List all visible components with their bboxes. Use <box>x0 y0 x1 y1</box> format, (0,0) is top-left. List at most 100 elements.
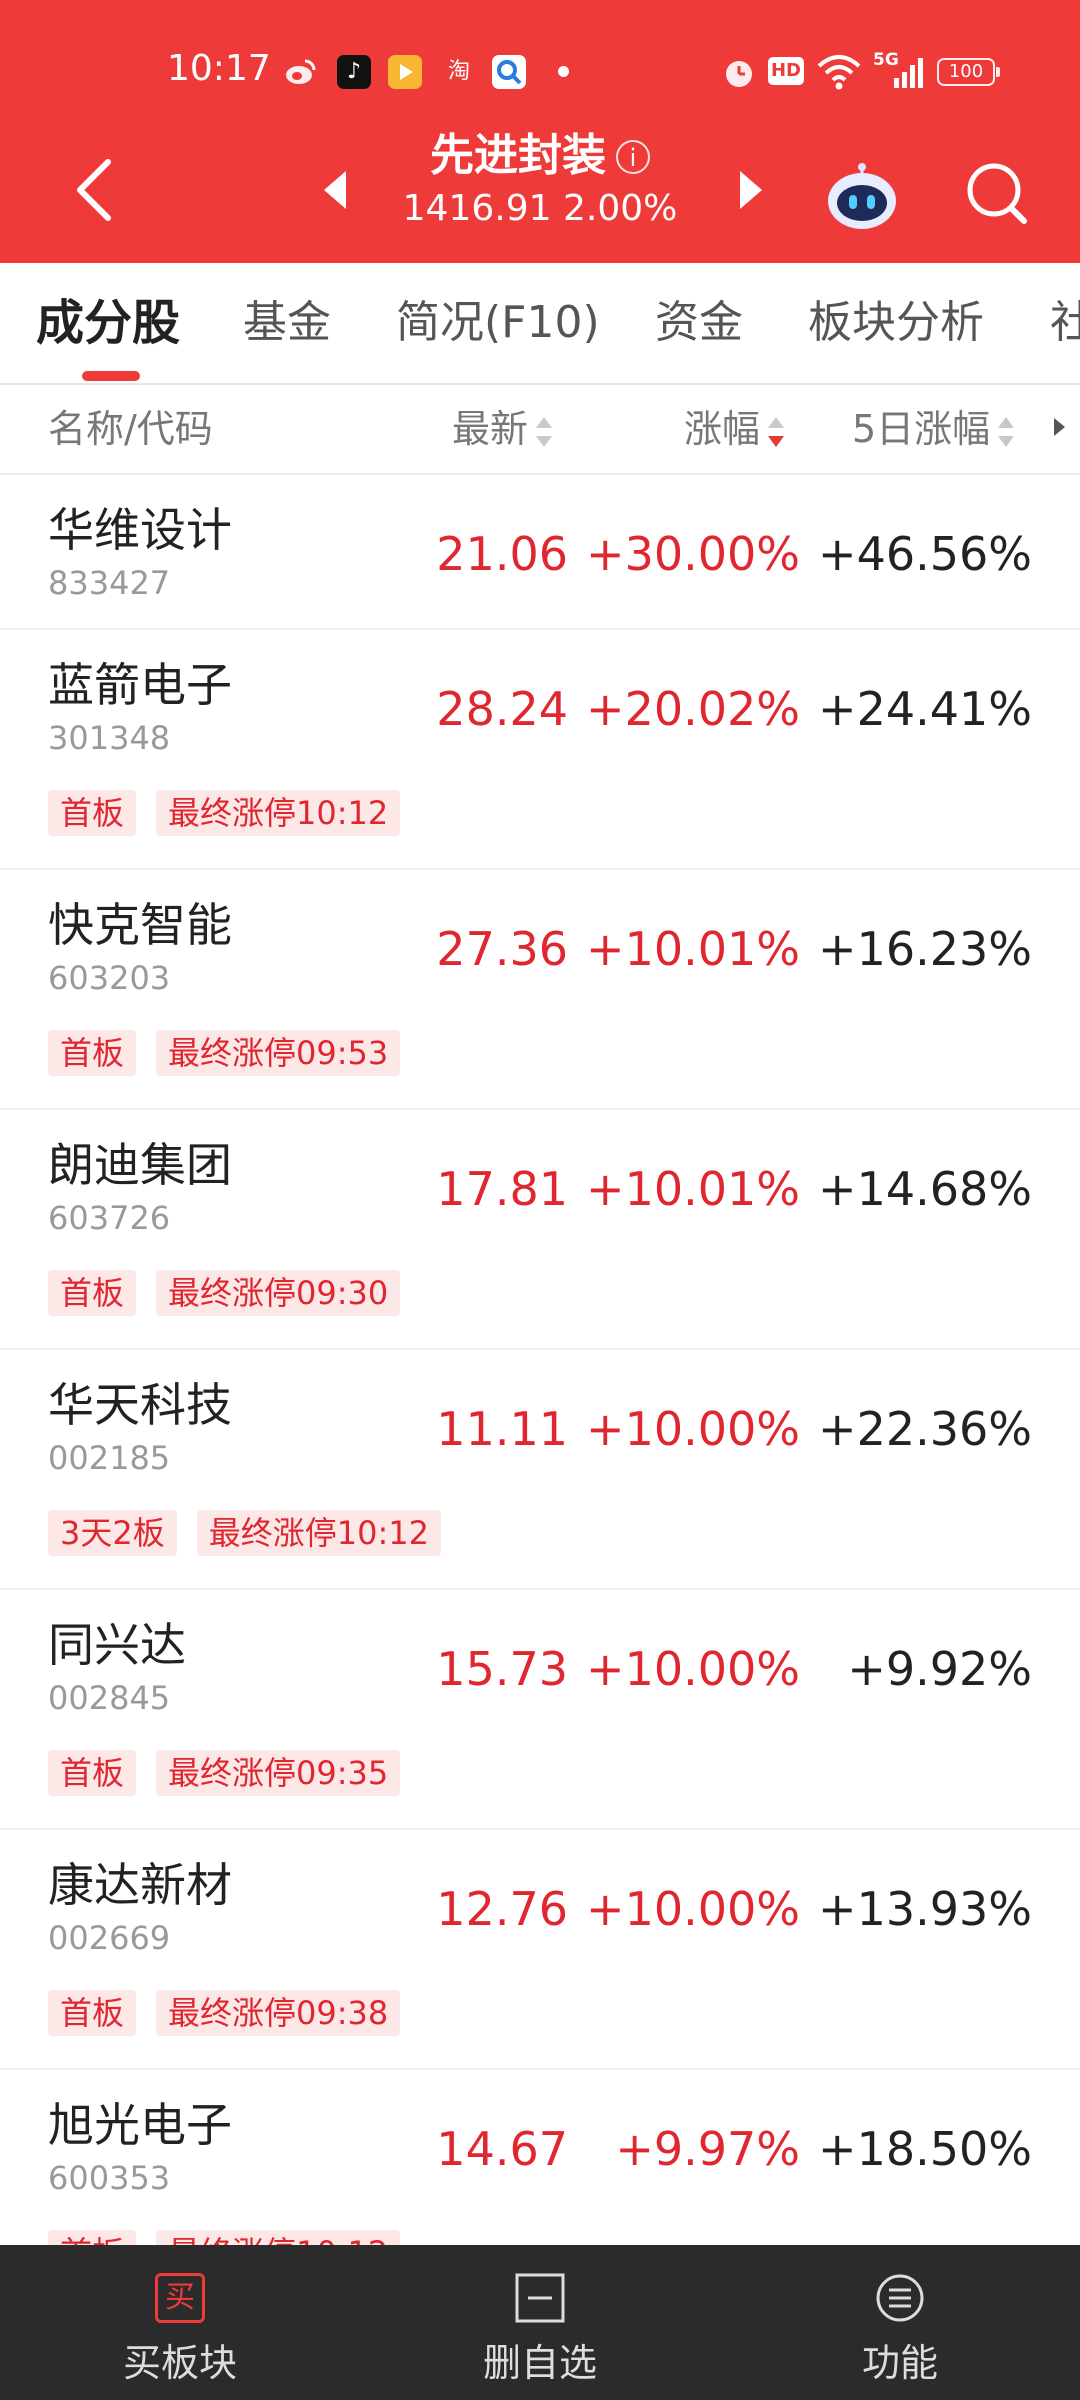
stock-price: 21.06 <box>436 527 568 581</box>
functions-button[interactable]: 功能 <box>750 2245 1050 2400</box>
stock-change: +10.01% <box>586 1162 800 1216</box>
sector-quote: 1416.91 2.00% <box>402 188 678 229</box>
stock-change-5d: +22.36% <box>818 1402 1032 1456</box>
column-name-code: 名称/代码 <box>48 407 213 451</box>
search-icon[interactable] <box>962 158 1032 230</box>
table-row[interactable]: 朗迪集团 603726 17.81 +10.01% +14.68% 首板 最终涨停… <box>0 1110 1080 1350</box>
stock-name: 快克智能 <box>48 898 232 952</box>
limit-up-tag: 最终涨停10:12 <box>156 790 401 836</box>
stock-price: 12.76 <box>436 1882 568 1936</box>
stock-name: 华维设计 <box>48 503 232 557</box>
stock-change-5d: +16.23% <box>818 922 1032 976</box>
board-tag: 3天2板 <box>48 1510 177 1556</box>
status-time: 10:17 <box>167 48 271 89</box>
table-row[interactable]: 同兴达 002845 15.73 +10.00% +9.92% 首板 最终涨停09… <box>0 1590 1080 1830</box>
taobao-icon: 淘 <box>447 59 470 84</box>
buy-sector-label: 买板块 <box>122 2341 237 2385</box>
buy-sector-button[interactable]: 买 买板块 <box>30 2245 330 2400</box>
table-row[interactable]: 旭光电子 600353 14.67 +9.97% +18.50% 首板 最终涨停1… <box>0 2070 1080 2245</box>
stock-code: 002669 <box>48 1919 171 1957</box>
stock-tags: 首板 最终涨停09:53 <box>48 1030 420 1076</box>
hd-icon: HD <box>768 57 804 85</box>
stock-price: 14.67 <box>436 2122 568 2176</box>
stock-code: 833427 <box>48 564 171 602</box>
stock-name: 朗迪集团 <box>48 1138 232 1192</box>
tab-capital[interactable]: 资金 <box>655 295 743 351</box>
scroll-right-icon[interactable] <box>1054 418 1065 436</box>
board-tag: 首板 <box>48 1270 137 1316</box>
tab-more[interactable]: 社 <box>1050 295 1080 351</box>
limit-up-tag: 最终涨停10:12 <box>156 2230 401 2245</box>
stock-change: +10.00% <box>586 1402 800 1456</box>
stock-change: +10.00% <box>586 1882 800 1936</box>
stock-name: 旭光电子 <box>48 2098 232 2152</box>
board-tag: 首板 <box>48 2230 137 2245</box>
remove-watchlist-icon <box>515 2273 565 2323</box>
column-price[interactable]: 最新 <box>452 385 554 473</box>
page-title: 先进封装 i <box>380 128 700 184</box>
robot-assistant-icon[interactable] <box>822 155 902 235</box>
stock-change: +9.97% <box>615 2122 800 2176</box>
limit-up-tag: 最终涨停09:30 <box>156 1270 401 1316</box>
column-price-label: 最新 <box>452 407 529 451</box>
stock-name: 同兴达 <box>48 1618 186 1672</box>
stock-code: 600353 <box>48 2159 171 2197</box>
stock-code: 603726 <box>48 1199 171 1237</box>
stock-change-5d: +9.92% <box>847 1642 1032 1696</box>
column-change[interactable]: 涨幅 <box>684 385 786 473</box>
stock-name: 康达新材 <box>48 1858 232 1912</box>
back-button[interactable] <box>68 150 128 230</box>
signal-icon <box>878 52 924 92</box>
sort-desc-icon <box>766 415 786 449</box>
search-app-icon <box>492 55 526 89</box>
stock-name: 华天科技 <box>48 1378 232 1432</box>
stock-tags: 首板 最终涨停09:35 <box>48 1750 420 1796</box>
stock-change-5d: +46.56% <box>818 527 1032 581</box>
sector-title-block: 先进封装 i 1416.91 2.00% <box>380 128 700 234</box>
stock-name: 蓝箭电子 <box>48 658 232 712</box>
prev-sector-button[interactable] <box>316 167 356 213</box>
table-row[interactable]: 康达新材 002669 12.76 +10.00% +13.93% 首板 最终涨停… <box>0 1830 1080 2070</box>
menu-icon <box>875 2273 925 2323</box>
board-tag: 首板 <box>48 790 137 836</box>
stock-change: +30.00% <box>586 527 800 581</box>
stock-code: 603203 <box>48 959 171 997</box>
notification-dot <box>558 66 569 77</box>
limit-up-tag: 最终涨停10:12 <box>196 1510 441 1556</box>
stock-change: +10.00% <box>586 1642 800 1696</box>
tab-profile-f10[interactable]: 简况(F10) <box>396 295 600 351</box>
stock-code: 301348 <box>48 719 171 757</box>
tab-sector-analysis[interactable]: 板块分析 <box>808 295 984 351</box>
wifi-icon <box>816 52 862 92</box>
next-sector-button[interactable] <box>730 167 770 213</box>
table-row[interactable]: 华天科技 002185 11.11 +10.00% +22.36% 3天2板 最终… <box>0 1350 1080 1590</box>
stock-tags: 首板 最终涨停10:12 <box>48 2230 420 2245</box>
app-header: 10:17 ♪ 淘 HD 5G 100 先进封装 i 1416.91 2.00% <box>0 0 1080 263</box>
tab-constituents[interactable]: 成分股 <box>36 295 180 351</box>
stock-tags: 3天2板 最终涨停10:12 <box>48 1510 461 1556</box>
stock-code: 002185 <box>48 1439 171 1477</box>
stock-price: 28.24 <box>436 682 568 736</box>
table-row[interactable]: 华维设计 833427 21.06 +30.00% +46.56% <box>0 475 1080 630</box>
weibo-icon <box>283 55 317 89</box>
column-change5[interactable]: 5日涨幅 <box>852 385 1016 473</box>
board-tag: 首板 <box>48 1750 137 1796</box>
table-row[interactable]: 蓝箭电子 301348 28.24 +20.02% +24.41% 首板 最终涨停… <box>0 630 1080 870</box>
stock-price: 11.11 <box>436 1402 568 1456</box>
stock-list: 华维设计 833427 21.06 +30.00% +46.56% 蓝箭电子 3… <box>0 475 1080 2245</box>
stock-change-5d: +13.93% <box>818 1882 1032 1936</box>
info-icon[interactable]: i <box>616 140 650 174</box>
tab-funds[interactable]: 基金 <box>243 295 331 351</box>
stock-change: +10.01% <box>586 922 800 976</box>
table-row[interactable]: 快克智能 603203 27.36 +10.01% +16.23% 首板 最终涨停… <box>0 870 1080 1110</box>
buy-icon: 买 <box>155 2273 205 2323</box>
tab-bar: 成分股 基金 简况(F10) 资金 板块分析 社 <box>0 263 1080 385</box>
limit-up-tag: 最终涨停09:35 <box>156 1750 401 1796</box>
column-header: 名称/代码 最新 涨幅 5日涨幅 <box>0 385 1080 475</box>
active-tab-indicator <box>82 371 140 381</box>
limit-up-tag: 最终涨停09:53 <box>156 1030 401 1076</box>
stock-code: 002845 <box>48 1679 171 1717</box>
board-tag: 首板 <box>48 1030 137 1076</box>
remove-watchlist-button[interactable]: 删自选 <box>390 2245 690 2400</box>
sort-icon <box>996 415 1016 449</box>
